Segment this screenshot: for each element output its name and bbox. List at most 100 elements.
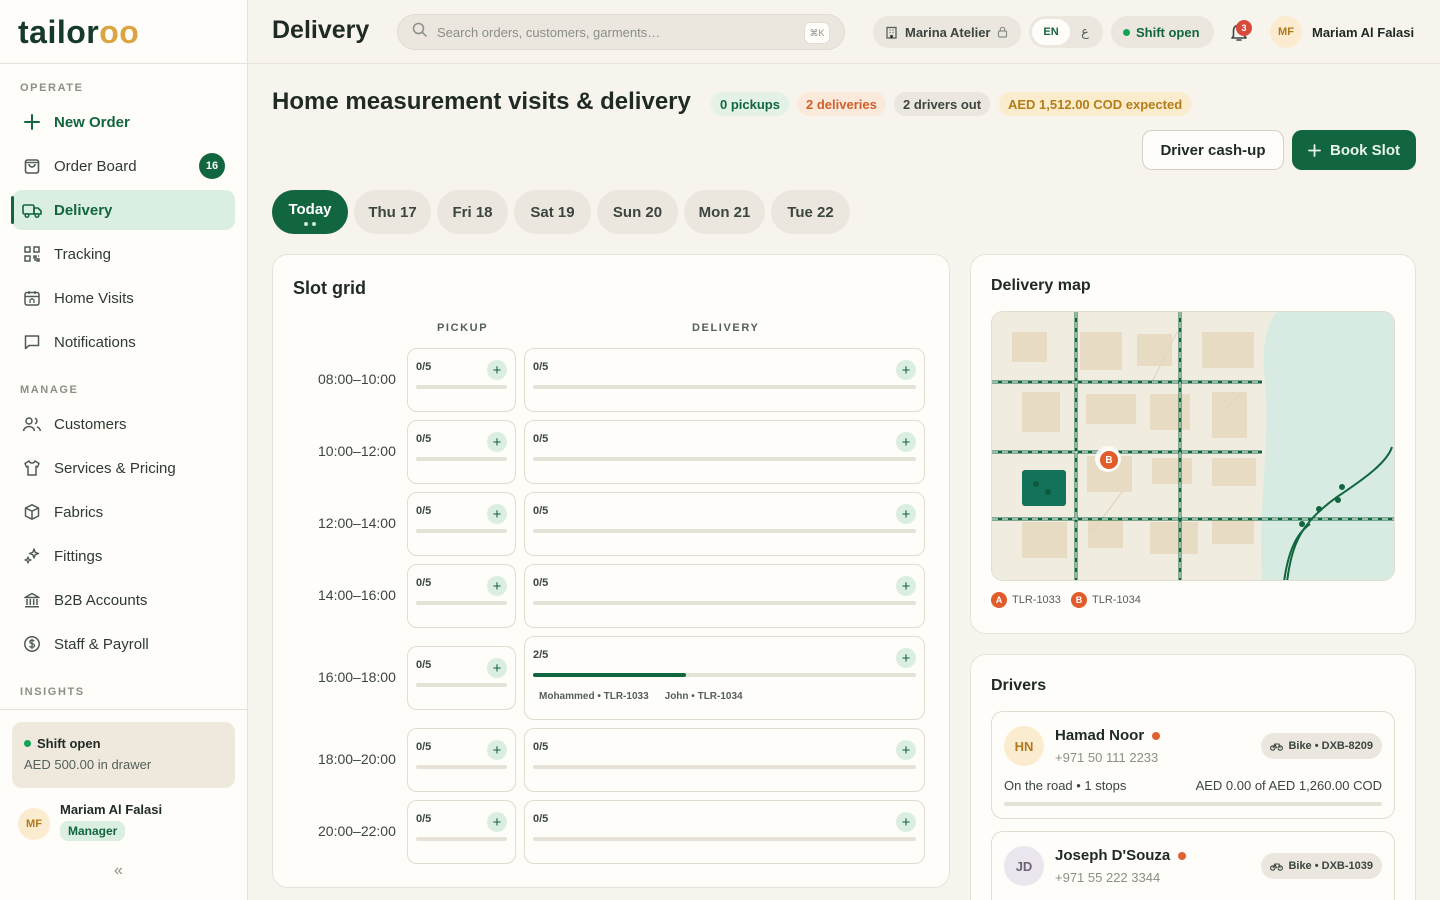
slot-capacity-bar (416, 601, 507, 605)
add-booking-icon[interactable]: + (487, 658, 507, 678)
sidebar-item-b2b-accounts[interactable]: B2B Accounts (12, 580, 235, 620)
sidebar-item-services-pricing[interactable]: Services & Pricing (12, 448, 235, 488)
bank-icon (22, 590, 42, 610)
sparkle-icon (22, 546, 42, 566)
slot-time-label: 20:00–22:00 (318, 823, 396, 839)
tab-thu-17[interactable]: Thu 17 (354, 190, 431, 234)
slot-time-label: 14:00–16:00 (318, 587, 396, 603)
pickup-slot[interactable]: 0/5 + (407, 564, 516, 628)
search-bar[interactable]: ⌘K (397, 14, 845, 50)
delivery-slot[interactable]: 0/5 + (524, 564, 925, 628)
slot-capacity-bar (416, 385, 507, 389)
shift-status-card[interactable]: Shift open AED 500.00 in drawer (12, 722, 235, 788)
tab-today[interactable]: Today (272, 190, 348, 234)
delivery-slot[interactable]: 0/5 + (524, 348, 925, 412)
sidebar-item-customers[interactable]: Customers (12, 404, 235, 444)
book-slot-button[interactable]: Book Slot (1292, 130, 1416, 170)
sidebar-item-fabrics[interactable]: Fabrics (12, 492, 235, 532)
tab-mon-21[interactable]: Mon 21 (684, 190, 765, 234)
branch-selector[interactable]: Marina Atelier (873, 16, 1021, 48)
user-menu[interactable]: MF Mariam Al Falasi (1270, 16, 1414, 48)
tab-tue-22[interactable]: Tue 22 (771, 190, 850, 234)
tab-sun-20[interactable]: Sun 20 (597, 190, 678, 234)
pickup-slot[interactable]: 0/5 + (407, 646, 516, 710)
driver-status: On the road • 1 stops (1004, 778, 1127, 793)
drawer-amount: AED 500.00 in drawer (24, 757, 152, 772)
add-booking-icon[interactable]: + (487, 504, 507, 524)
sidebar-divider (0, 709, 248, 710)
sidebar-user[interactable]: MF Mariam Al Falasi Manager (18, 802, 162, 841)
shortcut-hint: ⌘K (804, 22, 830, 44)
delivery-map[interactable]: B (991, 311, 1395, 581)
pickup-slot[interactable]: 0/5 + (407, 420, 516, 484)
search-input[interactable] (437, 24, 777, 40)
avatar: MF (18, 808, 50, 840)
notification-count-badge: 3 (1236, 20, 1252, 36)
add-booking-icon[interactable]: + (487, 740, 507, 760)
sidebar-item-label: Delivery (54, 201, 113, 219)
delivery-slot[interactable]: 0/5 + (524, 492, 925, 556)
delivery-slot[interactable]: 2/5 + Mohammed • TLR-1033 John • TLR-1034 (524, 636, 925, 720)
add-booking-icon[interactable]: + (487, 432, 507, 452)
avatar: HN (1004, 726, 1044, 766)
role-badge: Manager (60, 821, 126, 841)
tab-sat-19[interactable]: Sat 19 (514, 190, 591, 234)
collapse-sidebar-icon[interactable]: « (114, 862, 123, 880)
driver-name: Hamad Noor (1055, 727, 1145, 744)
pickup-slot[interactable]: 0/5 + (407, 348, 516, 412)
sidebar-item-tracking[interactable]: Tracking (12, 234, 235, 274)
map-marker-b[interactable]: B (1098, 449, 1120, 471)
shift-open-dot (1123, 28, 1130, 36)
slot-capacity: 0/5 (416, 741, 432, 753)
bag-icon (22, 156, 42, 176)
sidebar-item-fittings[interactable]: Fittings (12, 536, 235, 576)
add-booking-icon[interactable]: + (487, 812, 507, 832)
delivery-slot[interactable]: 0/5 + (524, 728, 925, 792)
user-name: Mariam Al Falasi (60, 802, 163, 817)
driver-cashup-button[interactable]: Driver cash-up (1142, 130, 1284, 170)
add-booking-icon[interactable]: + (896, 648, 916, 668)
avatar: MF (1270, 16, 1302, 48)
branch-name: Marina Atelier (905, 24, 991, 40)
slot-capacity: 0/5 (533, 361, 549, 373)
sidebar-item-staff-payroll[interactable]: Staff & Payroll (12, 624, 235, 664)
add-booking-icon[interactable]: + (896, 432, 916, 452)
add-booking-icon[interactable]: + (487, 360, 507, 380)
lang-en-option[interactable]: EN (1032, 19, 1070, 45)
sidebar-item-label: Fittings (54, 547, 103, 565)
tab-fri-18[interactable]: Fri 18 (437, 190, 508, 234)
sidebar-item-order-board[interactable]: Order Board 16 (12, 146, 235, 186)
dollar-icon (22, 634, 42, 654)
pickup-slot[interactable]: 0/5 + (407, 728, 516, 792)
pickup-slot[interactable]: 0/5 + (407, 492, 516, 556)
map-legend-b: B TLR-1034 (1071, 592, 1141, 608)
delivery-slot[interactable]: 0/5 + (524, 800, 925, 864)
tailoroo-logo[interactable]: tailoroo (18, 14, 139, 51)
driver-card-hamad-noor[interactable]: HN Hamad Noor +971 50 111 2233 Bike • DX… (991, 711, 1395, 819)
legend-label: TLR-1033 (1012, 594, 1061, 606)
add-booking-icon[interactable]: + (896, 812, 916, 832)
vehicle-badge: Bike • DXB-8209 (1261, 733, 1382, 759)
sidebar-item-delivery[interactable]: Delivery (11, 190, 235, 230)
shift-status-pill[interactable]: Shift open (1111, 16, 1214, 48)
add-booking-icon[interactable]: + (896, 504, 916, 524)
sidebar-item-label: New Order (54, 113, 130, 131)
booking-chip[interactable]: Mohammed • TLR-1033 (539, 691, 649, 702)
slot-capacity: 2/5 (533, 649, 549, 661)
driver-card-joseph-dsouza[interactable]: JD Joseph D'Souza +971 55 222 3344 Bike … (991, 831, 1395, 900)
language-toggle[interactable]: EN ع (1029, 16, 1103, 48)
slot-capacity: 0/5 (533, 741, 549, 753)
add-booking-icon[interactable]: + (896, 576, 916, 596)
booking-chip[interactable]: John • TLR-1034 (665, 691, 743, 702)
slot-capacity-bar (533, 765, 916, 769)
sidebar-item-notifications[interactable]: Notifications (12, 322, 235, 362)
delivery-slot[interactable]: 0/5 + (524, 420, 925, 484)
sidebar-item-new-order[interactable]: New Order (12, 102, 235, 142)
add-booking-icon[interactable]: + (487, 576, 507, 596)
add-booking-icon[interactable]: + (896, 360, 916, 380)
shift-status-title: Shift open (37, 736, 101, 751)
lang-ar-option[interactable]: ع (1070, 24, 1100, 40)
add-booking-icon[interactable]: + (896, 740, 916, 760)
pickup-slot[interactable]: 0/5 + (407, 800, 516, 864)
sidebar-item-home-visits[interactable]: Home Visits (12, 278, 235, 318)
